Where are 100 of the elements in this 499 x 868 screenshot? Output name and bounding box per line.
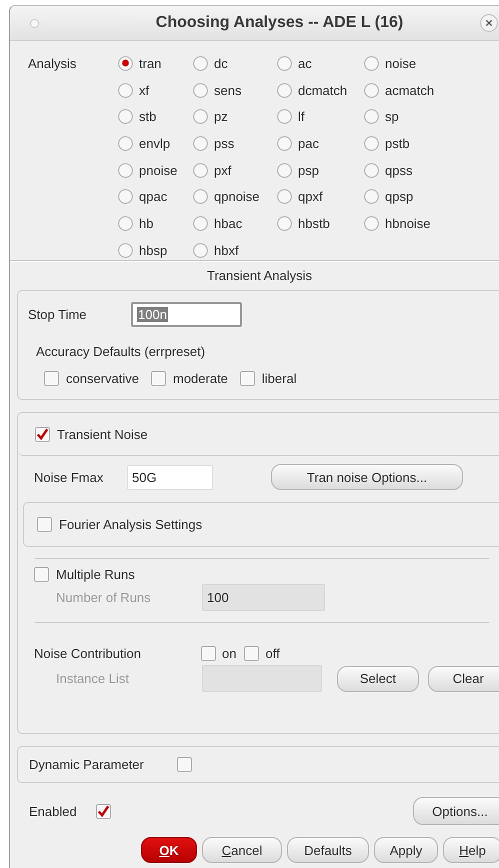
checkbox[interactable]: [34, 567, 49, 582]
radio-label: stb: [139, 109, 156, 124]
checkbox[interactable]: [37, 517, 52, 532]
radio-button[interactable]: [118, 56, 133, 71]
radio-button[interactable]: [277, 136, 292, 151]
input-field[interactable]: 50G: [127, 464, 213, 490]
radio-button[interactable]: [277, 82, 292, 98]
field-label: Analysis: [28, 56, 78, 71]
radio-button[interactable]: [364, 56, 379, 71]
radio-button[interactable]: [118, 109, 133, 124]
radio-label: hbsp: [139, 242, 168, 258]
checkbox[interactable]: [96, 804, 111, 818]
checkbox[interactable]: [44, 371, 59, 386]
radio-label: pnoise: [139, 162, 178, 178]
ok-button[interactable]: OK: [141, 837, 197, 863]
radio-button[interactable]: [118, 162, 133, 178]
checkbox-label: liberal: [262, 371, 297, 386]
checkbox[interactable]: [244, 646, 260, 660]
dialog-button[interactable]: Help: [443, 837, 499, 863]
radio-button[interactable]: [193, 162, 208, 178]
radio-label: psp: [298, 162, 319, 178]
action-button[interactable]: Select: [337, 666, 419, 692]
radio-button[interactable]: [364, 136, 379, 151]
radio-button[interactable]: [277, 56, 292, 71]
radio-label: hbnoise: [385, 216, 431, 231]
radio-button[interactable]: [118, 82, 133, 98]
checkbox-label: off: [265, 646, 280, 660]
radio-label: pac: [298, 136, 319, 151]
radio-label: qpsp: [385, 189, 414, 204]
dialog-button[interactable]: Defaults: [287, 837, 369, 863]
radio-button[interactable]: [193, 136, 208, 151]
checkbox[interactable]: [201, 646, 216, 660]
dialog-button[interactable]: Cancel: [202, 837, 282, 863]
action-button[interactable]: Clear: [428, 666, 499, 692]
field-label: Instance List: [56, 671, 130, 686]
field-label: Stop Time: [28, 307, 88, 322]
radio-button[interactable]: [193, 189, 208, 204]
radio-button[interactable]: [364, 82, 379, 98]
radio-label: dc: [214, 56, 228, 71]
radio-label: qpnoise: [214, 189, 260, 204]
radio-button[interactable]: [364, 189, 379, 204]
radio-label: sp: [385, 109, 399, 124]
radio-label: acmatch: [385, 82, 434, 98]
radio-label: pz: [214, 109, 228, 124]
radio-button[interactable]: [193, 109, 208, 124]
checkbox-label: Fourier Analysis Settings: [59, 517, 202, 532]
field-label: Noise Contribution: [34, 646, 142, 660]
radio-label: noise: [385, 56, 416, 71]
radio-label: dcmatch: [298, 82, 348, 98]
radio-label: hbxf: [214, 242, 239, 258]
radio-button[interactable]: [118, 216, 133, 231]
checkbox[interactable]: [240, 371, 255, 386]
input-field[interactable]: 100n: [131, 302, 242, 327]
checkbox-label: Transient Noise: [57, 426, 148, 442]
radio-button[interactable]: [277, 162, 292, 178]
checkbox-label: moderate: [172, 371, 228, 386]
radio-button[interactable]: [193, 242, 208, 258]
radio-button[interactable]: [118, 189, 133, 204]
radio-button[interactable]: [277, 109, 292, 124]
radio-button[interactable]: [277, 216, 292, 231]
radio-label: qpxf: [298, 189, 323, 204]
radio-label: pxf: [214, 162, 232, 178]
radio-label: hb: [139, 216, 154, 231]
window-title: Choosing Analyses -- ADE L (16): [154, 14, 404, 32]
radio-button[interactable]: [118, 136, 133, 151]
field-label: Noise Fmax: [34, 470, 104, 484]
checkbox[interactable]: [150, 371, 166, 386]
window-dot-icon: [30, 18, 39, 28]
dialog-button[interactable]: Apply: [374, 837, 438, 863]
radio-button[interactable]: [193, 216, 208, 231]
radio-button[interactable]: [193, 56, 208, 71]
checkbox[interactable]: [177, 757, 192, 772]
radio-label: qpss: [385, 162, 412, 178]
checkbox[interactable]: [35, 426, 50, 442]
radio-label: envlp: [139, 136, 170, 151]
radio-button[interactable]: [364, 216, 379, 231]
checkbox-label: on: [222, 646, 236, 660]
radio-label: lf: [298, 109, 304, 124]
radio-label: hbstb: [298, 216, 330, 231]
radio-label: pss: [214, 136, 234, 151]
field-label: Number of Runs: [56, 590, 152, 605]
radio-label: xf: [139, 82, 150, 98]
radio-button[interactable]: [118, 242, 133, 258]
field-label: Enabled: [29, 804, 78, 818]
radio-label: hbac: [214, 216, 242, 231]
close-icon[interactable]: [480, 14, 498, 32]
radio-label: ac: [298, 56, 312, 71]
field-label: Accuracy Defaults (errpreset): [36, 344, 206, 359]
options-button[interactable]: Tran noise Options...: [271, 464, 463, 490]
radio-label: qpac: [139, 189, 168, 204]
options-button[interactable]: Options...: [413, 797, 499, 825]
checkbox-label: Multiple Runs: [56, 567, 135, 582]
radio-button[interactable]: [364, 162, 379, 178]
section-title: Transient Analysis: [206, 267, 313, 285]
radio-label: pstb: [385, 136, 410, 151]
radio-button[interactable]: [193, 82, 208, 98]
radio-label: tran: [139, 56, 162, 71]
radio-button[interactable]: [364, 109, 379, 124]
radio-button[interactable]: [277, 189, 292, 204]
checkbox-label: conservative: [66, 371, 139, 386]
